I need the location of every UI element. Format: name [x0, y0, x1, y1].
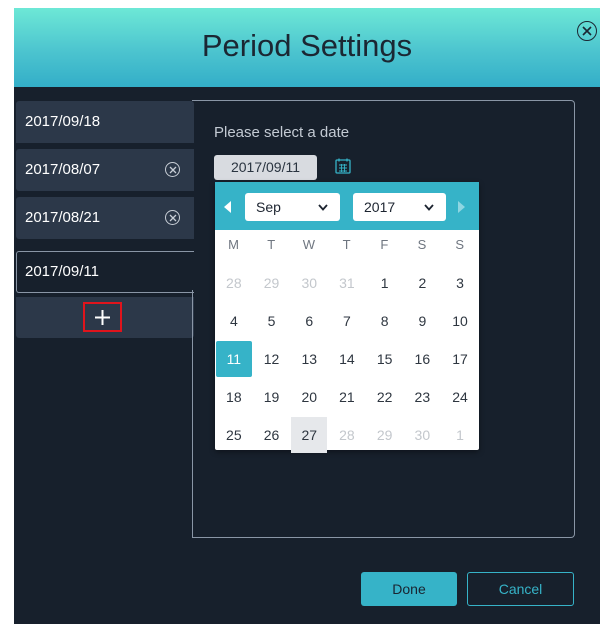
- date-list-item[interactable]: 2017/09/18: [16, 101, 194, 143]
- weekday-label: W: [302, 237, 316, 252]
- date-list-item-label: 2017/08/07: [25, 161, 101, 178]
- dialog-header: Period Settings: [14, 8, 600, 87]
- calendar-day[interactable]: 20: [291, 379, 327, 415]
- calendar-day[interactable]: 23: [404, 379, 440, 415]
- remove-circle-icon[interactable]: [165, 210, 180, 225]
- weekday-label: M: [228, 237, 239, 252]
- calendar-day: 28: [339, 427, 355, 443]
- date-list-item[interactable]: 2017/08/07: [16, 149, 194, 191]
- calendar-day[interactable]: 1: [367, 265, 403, 301]
- calendar-day[interactable]: 7: [329, 303, 365, 339]
- date-list-item-label: 2017/09/18: [25, 113, 101, 130]
- weekday-label: T: [342, 237, 351, 252]
- calendar-day[interactable]: 18: [216, 379, 252, 415]
- cancel-button[interactable]: Cancel: [467, 572, 574, 606]
- calendar-day[interactable]: 19: [254, 379, 290, 415]
- calendar-day: 30: [301, 275, 318, 291]
- month-select[interactable]: Sep: [245, 193, 340, 221]
- calendar-day[interactable]: 5: [254, 303, 290, 339]
- calendar-day[interactable]: 11: [215, 341, 252, 377]
- calendar-day[interactable]: 16: [404, 341, 440, 377]
- year-select[interactable]: 2017: [353, 193, 446, 221]
- calendar-day[interactable]: 15: [367, 341, 403, 377]
- calendar-day: 29: [263, 275, 280, 291]
- chevron-down-icon: [318, 204, 328, 211]
- calendar-day[interactable]: 22: [367, 379, 403, 415]
- calendar-day[interactable]: 24: [442, 379, 478, 415]
- calendar-popup: Sep 2017 M T W T F S S 28 29 30 31 1 2 3 4 5 6 7 8 9…: [215, 182, 479, 453]
- calendar-day[interactable]: 8: [367, 303, 403, 339]
- calendar-day[interactable]: 25: [216, 417, 252, 453]
- calendar-day[interactable]: 3: [442, 265, 478, 301]
- close-icon[interactable]: [577, 21, 597, 41]
- weekday-label: S: [455, 237, 465, 252]
- plus-icon: [95, 310, 110, 325]
- calendar-day[interactable]: 21: [329, 379, 365, 415]
- add-date-row: [16, 297, 194, 338]
- next-month-icon[interactable]: [458, 201, 465, 213]
- calendar-day: 30: [414, 427, 431, 443]
- calendar-day: 29: [376, 427, 393, 443]
- prev-month-icon[interactable]: [224, 201, 231, 213]
- weekday-row: M T W T F S S: [215, 237, 479, 257]
- calendar-day[interactable]: 10: [442, 303, 478, 339]
- date-list-item-selected[interactable]: 2017/09/11: [16, 251, 194, 293]
- add-date-button[interactable]: [83, 302, 122, 332]
- calendar-day[interactable]: 26: [254, 417, 290, 453]
- date-list-item-label: 2017/09/11: [25, 263, 99, 280]
- panel-border: [192, 290, 193, 538]
- month-value: Sep: [256, 199, 281, 215]
- calendar-day: 1: [456, 427, 464, 443]
- calendar-day[interactable]: 27: [291, 417, 328, 453]
- dialog-title: Period Settings: [201, 28, 413, 63]
- date-list-item-label: 2017/08/21: [25, 209, 101, 226]
- chevron-down-icon: [424, 204, 434, 211]
- date-list-item[interactable]: 2017/08/21: [16, 197, 194, 239]
- remove-circle-icon[interactable]: [165, 162, 180, 177]
- calendar-day[interactable]: 13: [291, 341, 327, 377]
- calendar-day[interactable]: 4: [216, 303, 252, 339]
- calendar-day: 31: [339, 275, 355, 291]
- weekday-label: T: [267, 237, 276, 252]
- calendar-day[interactable]: 12: [254, 341, 290, 377]
- calendar-icon[interactable]: [334, 157, 352, 180]
- weekday-label: F: [380, 237, 389, 252]
- calendar-day: 28: [226, 275, 242, 291]
- calendar-day[interactable]: 2: [404, 265, 440, 301]
- calendar-day[interactable]: 9: [404, 303, 440, 339]
- calendar-day[interactable]: 6: [291, 303, 327, 339]
- calendar-day[interactable]: 17: [442, 341, 478, 377]
- date-prompt: Please select a date: [214, 124, 350, 141]
- calendar-day[interactable]: 14: [329, 341, 365, 377]
- date-field[interactable]: 2017/09/11: [214, 155, 317, 180]
- weekday-label: S: [417, 237, 427, 252]
- calendar-header: Sep 2017: [215, 182, 479, 230]
- done-button[interactable]: Done: [361, 572, 457, 606]
- year-value: 2017: [364, 199, 396, 215]
